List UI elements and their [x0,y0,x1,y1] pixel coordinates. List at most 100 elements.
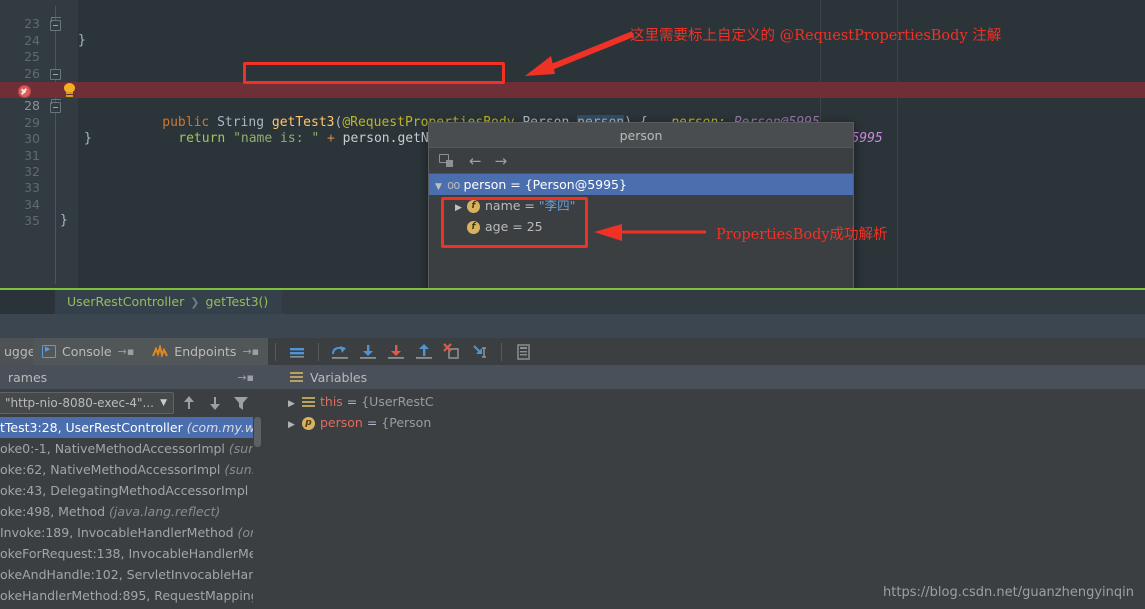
frame-text: okeHandlerMethod:895, RequestMappingHa [0,588,262,603]
frame-text: Invoke:189, InvocableHandlerMethod [0,525,234,540]
breadcrumb-method[interactable]: getTest3() [205,294,268,309]
back-arrow-icon[interactable]: ← [469,152,482,170]
show-execution-point-icon[interactable] [286,341,308,363]
code-line-27[interactable]: 27 public String getTest3(@RequestProper… [0,66,1145,130]
tab-endpoints-label: Endpoints [174,344,237,359]
variables-icon [290,371,303,383]
frame-package: (com.my.web.c [186,420,262,435]
this-badge-icon [302,397,315,408]
field-badge-icon: f [467,221,480,234]
variable-row-person[interactable]: ▶ p person = {Person [262,412,1145,433]
popup-toolbar[interactable]: ← → [429,148,853,174]
drop-frame-icon[interactable] [441,341,463,363]
node-value: 25 [526,219,543,234]
frame-text: okeAndHandle:102, ServletInvocableHandle… [0,567,262,582]
tab-endpoints-pin-icon[interactable]: →▪ [242,345,259,358]
set-value-icon[interactable] [438,152,456,170]
node-eq: = [506,177,525,192]
value-inspector-popup[interactable]: person ← → ▼ oo person = {Person@5995} ▶ f n… [428,122,854,310]
node-name: name [485,198,521,213]
frame-text: oke:62, NativeMethodAccessorImpl [0,462,221,477]
frames-pane[interactable]: rames →▪ "http-nio-8080-exec-4"... ▼ tTe… [0,365,262,609]
toolwindow-divider [0,314,1145,338]
breadcrumb[interactable]: UserRestController ❯ getTest3() [55,290,283,314]
toolbar-separator-2 [318,342,320,361]
node-eq: = [520,198,539,213]
frames-header-label: rames [8,369,48,385]
frame-text: tTest3:28, UserRestController [0,420,183,435]
frame-row[interactable]: oke0:-1, NativeMethodAccessorImpl (sun.r… [0,438,262,459]
chevron-down-icon[interactable]: ▼ [156,398,171,408]
tree-node-name[interactable]: ▶ f name = "李四" [429,195,853,216]
frames-down-icon[interactable] [204,392,226,414]
code-line-29[interactable]: 29 } [0,98,1145,146]
watch-chip-icon: oo [447,178,460,192]
tab-console-pin-icon[interactable]: →▪ [118,345,135,358]
thread-select-value: "http-nio-8080-exec-4"... [5,396,154,410]
forward-arrow-icon[interactable]: → [495,152,508,170]
frames-up-icon[interactable] [178,392,200,414]
variables-header-label: Variables [310,369,368,385]
frame-row[interactable]: okeAndHandle:102, ServletInvocableHandle… [0,564,262,585]
frames-pin-icon[interactable]: →▪ [237,371,254,384]
variable-value: {Person [381,415,432,430]
breadcrumb-class[interactable]: UserRestController [67,294,184,309]
line-number: 35 [24,213,40,229]
variables-list[interactable]: ▶ this = {UserRestC ▶ p person = {Person [262,389,1145,433]
popup-title: person [429,123,853,148]
frame-row[interactable]: Invoke:189, InvocableHandlerMethod (org.… [0,522,262,543]
frame-text: oke0:-1, NativeMethodAccessorImpl [0,441,225,456]
breadcrumb-left-spacer [0,290,55,314]
thread-selector-row[interactable]: "http-nio-8080-exec-4"... ▼ [0,389,262,417]
debug-tab-strip[interactable]: ugger Console →▪ Endpoints →▪ [0,338,1145,365]
frame-row[interactable]: oke:43, DelegatingMethodAccessorImpl (su… [0,480,262,501]
breadcrumb-bar: UserRestController ❯ getTest3() [0,290,1145,314]
debug-toolwindow: ugger Console →▪ Endpoints →▪ [0,338,1145,609]
watermark: https://blog.csdn.net/guanzhengyinqin [883,585,1134,600]
node-value: {Person@5995} [524,177,627,192]
frame-text: oke:498, Method [0,504,106,519]
frame-row[interactable]: tTest3:28, UserRestController (com.my.we… [0,417,262,438]
code-line-28-execution[interactable]: 28 return "name is: " + person.getName()… [0,82,1145,146]
tab-debugger[interactable]: ugger [0,338,41,365]
frame-row[interactable]: okeHandlerMethod:895, RequestMappingHa [0,585,262,606]
variable-eq: = [362,415,382,430]
node-name: age [485,219,509,234]
node-eq: = [508,219,527,234]
breadcrumb-separator: ❯ [190,296,200,309]
tree-node-person[interactable]: ▼ oo person = {Person@5995} [429,174,853,195]
variables-pane[interactable]: Variables ▶ this = {UserRestC ▶ p person = … [262,365,1145,609]
intention-bulb-icon[interactable] [62,82,77,99]
evaluate-expression-icon[interactable] [512,341,534,363]
expand-triangle-icon[interactable]: ▶ [288,415,302,436]
ide-window: 23 } 24 25 @RequestMapping(value = "/tes… [0,0,1145,609]
endpoints-icon [152,344,169,359]
step-out-icon[interactable] [413,341,435,363]
frame-package: (java.lang.reflect) [109,504,221,519]
step-over-icon[interactable] [329,341,351,363]
frame-row[interactable]: oke:498, Method (java.lang.reflect) [0,501,262,522]
thread-select[interactable]: "http-nio-8080-exec-4"... ▼ [0,392,174,414]
code-line-26[interactable]: 26 //加上 @RequestPropertiesBody 自定义解析器 [0,49,1145,97]
code-line-23[interactable]: 23 } [0,0,1145,47]
step-into-icon[interactable] [357,341,379,363]
toolbar-separator [275,342,277,361]
node-value: "李四" [538,198,576,213]
toolbar-separator-3 [501,342,503,361]
breakpoint-icon[interactable] [18,85,31,98]
frame-row[interactable]: oke:62, NativeMethodAccessorImpl (sun.re… [0,459,262,480]
parameter-badge-icon: p [302,417,315,430]
tab-console[interactable]: Console →▪ [33,338,144,365]
debug-split: rames →▪ "http-nio-8080-exec-4"... ▼ tTe… [0,365,1145,609]
frame-text: okeForRequest:138, InvocableHandlerMetho [0,546,262,561]
variable-row-this[interactable]: ▶ this = {UserRestC [262,391,1145,412]
filter-icon[interactable] [230,392,252,414]
node-name: person [463,177,507,192]
frame-row[interactable]: okeForRequest:138, InvocableHandlerMetho [0,543,262,564]
force-step-into-icon[interactable] [385,341,407,363]
variables-header: Variables [262,365,1145,389]
frames-list[interactable]: tTest3:28, UserRestController (com.my.we… [0,417,262,607]
frames-scrollbar[interactable] [253,417,262,607]
run-to-cursor-icon[interactable] [469,341,491,363]
tab-endpoints[interactable]: Endpoints →▪ [143,338,269,365]
